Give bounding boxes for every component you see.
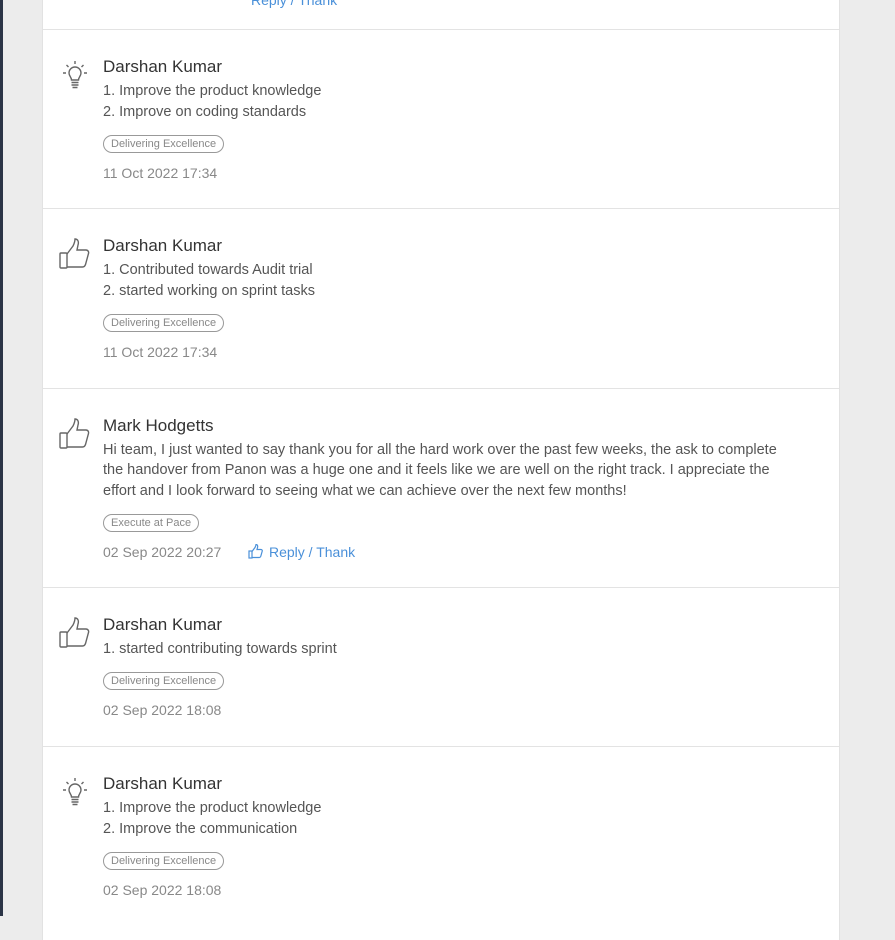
author-name: Darshan Kumar <box>103 615 223 634</box>
reply-thank-link[interactable]: Reply / Thank <box>251 0 337 8</box>
reply-thank-button[interactable]: Reply / Thank <box>248 544 355 560</box>
lightbulb-icon <box>57 775 93 811</box>
feedback-line: 1. Improve the product knowledge <box>103 800 322 816</box>
feedback-line: 1. started contributing towards sprint <box>103 641 337 657</box>
value-badge: Delivering Excellence <box>103 314 225 332</box>
feedback-line: effort and I look forward to seeing what… <box>103 483 627 499</box>
feedback-line: the handover from Panon was a huge one a… <box>103 462 770 478</box>
thumbs-up-icon <box>248 544 263 559</box>
left-rail <box>0 0 3 916</box>
feedback-line: 1. Improve the product knowledge <box>103 83 322 99</box>
thumbs-up-icon <box>57 616 93 652</box>
feedback-line: 1. Contributed towards Audit trial <box>103 262 313 278</box>
feedback-line: 2. Improve on coding standards <box>103 104 307 120</box>
value-badge: Delivering Excellence <box>103 852 225 870</box>
value-badge: Delivering Excellence <box>103 135 225 153</box>
timestamp: 02 Sep 2022 18:08 <box>103 702 222 718</box>
feedback-line: 2. started working on sprint tasks <box>103 283 315 299</box>
feed-item: Darshan Kumar 1. Improve the product kno… <box>43 29 839 208</box>
timestamp: 11 Oct 2022 17:34 <box>103 344 218 360</box>
reply-thank-label: Reply / Thank <box>269 544 356 560</box>
feedback-feed: Reply / Thank Darshan Kumar 1. Improve t… <box>42 0 840 940</box>
lightbulb-icon <box>57 58 93 94</box>
timestamp: 02 Sep 2022 18:08 <box>103 882 222 898</box>
thumbs-up-icon <box>57 237 93 273</box>
author-name: Darshan Kumar <box>103 236 223 255</box>
value-badge: Execute at Pace <box>103 514 200 532</box>
feed-item: Darshan Kumar 1. started contributing to… <box>43 587 839 746</box>
feed-item: Mark Hodgetts Hi team, I just wanted to … <box>43 388 839 587</box>
timestamp: 11 Oct 2022 17:34 <box>103 165 218 181</box>
value-badge: Delivering Excellence <box>103 672 225 690</box>
author-name: Darshan Kumar <box>103 774 223 793</box>
author-name: Darshan Kumar <box>103 57 223 76</box>
feed-item: Darshan Kumar 1. Improve the product kno… <box>43 746 839 940</box>
thumbs-up-icon <box>57 417 93 453</box>
feed-item: Darshan Kumar 1. Contributed towards Aud… <box>43 208 839 388</box>
feedback-line: Hi team, I just wanted to say thank you … <box>103 442 777 458</box>
feedback-line: 2. Improve the communication <box>103 821 298 837</box>
author-name: Mark Hodgetts <box>103 416 214 435</box>
timestamp: 02 Sep 2022 20:27 <box>103 544 222 560</box>
